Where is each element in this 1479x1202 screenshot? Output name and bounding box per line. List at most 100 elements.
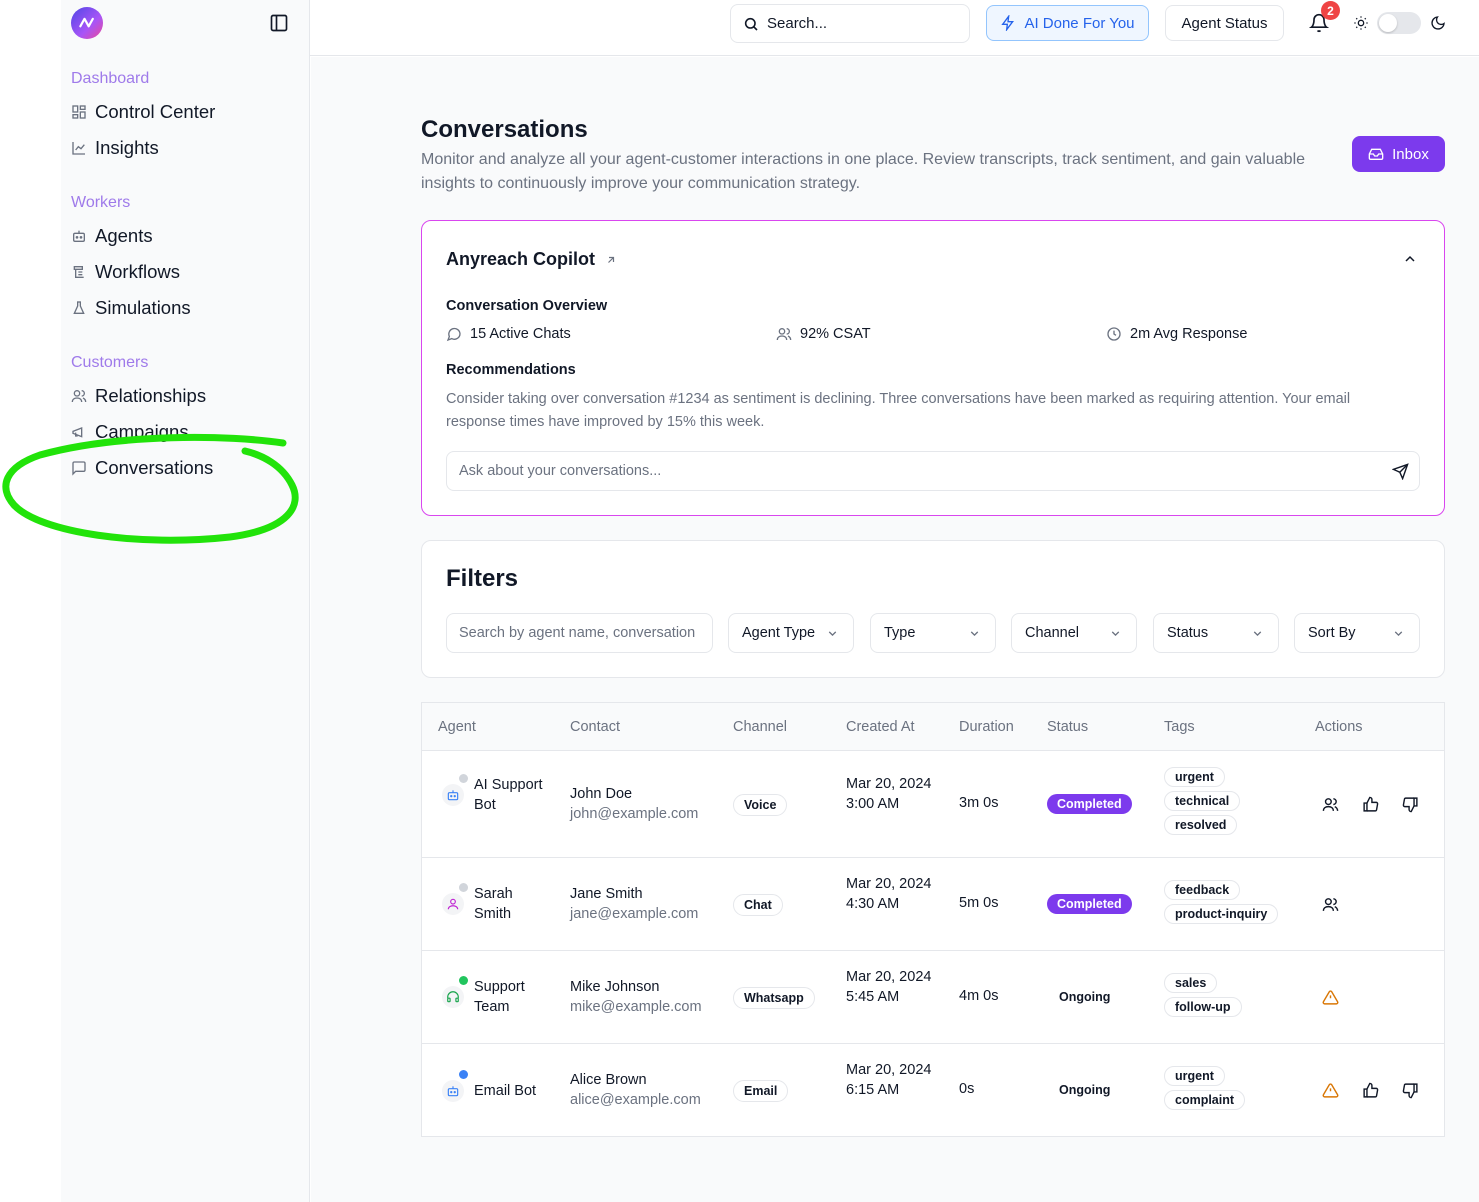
agent-avatar (442, 774, 468, 806)
table-row[interactable]: Support Team Mike Johnson mike@example.c… (422, 951, 1444, 1044)
contact-cell: John Doe john@example.com (570, 784, 698, 824)
duration: 4m 0s (959, 988, 999, 1004)
sidebar-item-workflows[interactable]: Workflows (71, 259, 180, 285)
table-row[interactable]: Email Bot Alice Brown alice@example.com … (422, 1044, 1444, 1136)
theme-toggle[interactable] (1377, 12, 1421, 34)
contact-name: Mike Johnson (570, 979, 660, 995)
sidebar-item-conversations[interactable]: Conversations (71, 455, 213, 481)
table-row[interactable]: Sarah Smith Jane Smith jane@example.com … (422, 858, 1444, 951)
warning-icon[interactable] (1322, 1082, 1339, 1099)
ai-done-for-you-button[interactable]: AI Done For You (986, 5, 1149, 41)
sidebar-item-insights[interactable]: Insights (71, 135, 159, 161)
page-description: Monitor and analyze all your agent-custo… (421, 151, 1306, 192)
stat-csat-text: 92% CSAT (800, 326, 871, 342)
users-icon (71, 388, 87, 404)
users-icon (776, 326, 792, 342)
sidebar-item-label: Insights (95, 137, 159, 158)
column-header-created-at[interactable]: Created At (846, 719, 915, 735)
sidebar-item-simulations[interactable]: Simulations (71, 295, 191, 321)
sidebar-item-agents[interactable]: Agents (71, 223, 153, 249)
tags-cell: urgent technical resolved (1164, 767, 1241, 835)
agent-avatar (442, 1070, 468, 1102)
channel-select[interactable]: Channel (1011, 613, 1137, 653)
column-header-tags[interactable]: Tags (1164, 719, 1195, 735)
users-icon[interactable] (1322, 796, 1339, 813)
filters-card: Filters Search by agent name, conversati… (421, 540, 1445, 678)
contact-name: Jane Smith (570, 886, 643, 902)
column-header-duration[interactable]: Duration (959, 719, 1014, 735)
thumbs-up-icon[interactable] (1362, 796, 1379, 813)
tag: complaint (1164, 1090, 1246, 1110)
type-select[interactable]: Type (870, 613, 996, 653)
app-logo[interactable] (71, 7, 103, 39)
filter-search-input[interactable]: Search by agent name, conversation (446, 613, 713, 653)
bot-icon (446, 788, 460, 802)
sidebar-item-control-center[interactable]: Control Center (71, 99, 215, 125)
thumbs-up-icon[interactable] (1362, 1082, 1379, 1099)
contact-email[interactable]: john@example.com (570, 804, 698, 824)
contact-email[interactable]: alice@example.com (570, 1090, 701, 1110)
thumbs-down-icon[interactable] (1402, 1082, 1419, 1099)
agent-cell: Support Team (442, 976, 544, 1017)
tag: resolved (1164, 815, 1238, 835)
table-row[interactable]: AI Support Bot John Doe john@example.com… (422, 751, 1444, 858)
status-badge: Completed (1047, 894, 1132, 914)
status-badge: Ongoing (1059, 990, 1111, 1004)
chevron-down-icon (968, 627, 981, 640)
search-placeholder: Search... (767, 15, 828, 32)
agent-type-select[interactable]: Agent Type (728, 613, 854, 653)
sidebar-toggle-icon[interactable] (269, 13, 289, 33)
grid-icon (71, 104, 87, 120)
chevron-down-icon (1392, 627, 1405, 640)
nav-section-customers: Customers (71, 354, 149, 371)
column-header-actions[interactable]: Actions (1315, 719, 1363, 735)
contact-email[interactable]: jane@example.com (570, 904, 698, 924)
thumbs-down-icon[interactable] (1402, 796, 1419, 813)
column-header-channel[interactable]: Channel (733, 719, 787, 735)
copilot-card: Anyreach Copilot Conversation Overview 1… (421, 220, 1445, 516)
send-icon[interactable] (1392, 463, 1409, 480)
stat-csat: 92% CSAT (776, 326, 871, 342)
message-circle-icon (446, 326, 462, 342)
warning-icon[interactable] (1322, 989, 1339, 1006)
column-header-contact[interactable]: Contact (570, 719, 620, 735)
sort-by-select[interactable]: Sort By (1294, 613, 1420, 653)
tags-cell: feedback product-inquiry (1164, 880, 1279, 924)
copilot-ask-input[interactable]: Ask about your conversations... (446, 451, 1420, 491)
sidebar-item-label: Simulations (95, 297, 191, 318)
contact-email[interactable]: mike@example.com (570, 997, 702, 1017)
users-icon[interactable] (1322, 896, 1339, 913)
conversation-overview-label: Conversation Overview (446, 298, 608, 314)
external-link-icon[interactable] (605, 254, 617, 266)
chevron-down-icon (1251, 627, 1264, 640)
agent-avatar (442, 976, 468, 1008)
tag: urgent (1164, 1066, 1225, 1086)
select-label: Agent Type (742, 625, 816, 641)
inbox-button[interactable]: Inbox (1352, 136, 1445, 172)
copilot-ask-placeholder: Ask about your conversations... (459, 463, 662, 479)
stat-active-chats-text: 15 Active Chats (470, 326, 571, 342)
sidebar-item-label: Control Center (95, 101, 216, 122)
copilot-title-text: Anyreach Copilot (446, 249, 596, 269)
global-search-input[interactable]: Search... (730, 4, 970, 43)
column-header-status[interactable]: Status (1047, 719, 1088, 735)
contact-name: Alice Brown (570, 1072, 647, 1088)
channel-badge: Voice (733, 794, 788, 816)
page-title: Conversations (421, 116, 588, 143)
created-at: Mar 20, 2024 4:30 AM (846, 876, 932, 912)
sidebar-item-relationships[interactable]: Relationships (71, 383, 206, 409)
sidebar-item-campaigns[interactable]: Campaigns (71, 419, 189, 445)
copilot-title[interactable]: Anyreach Copilot (446, 249, 617, 270)
column-header-agent[interactable]: Agent (438, 719, 476, 735)
channel-badge: Email (733, 1080, 789, 1102)
status-select[interactable]: Status (1153, 613, 1279, 653)
sun-icon[interactable] (1353, 15, 1369, 31)
tags-cell: urgent complaint (1164, 1066, 1246, 1110)
moon-icon[interactable] (1430, 15, 1446, 31)
agent-status-button[interactable]: Agent Status (1165, 5, 1284, 41)
bot-icon (71, 228, 87, 244)
tags-cell: sales follow-up (1164, 973, 1242, 1017)
created-at: Mar 20, 2024 3:00 AM (846, 776, 932, 812)
table-header: Agent Contact Channel Created At Duratio… (422, 703, 1444, 751)
chevron-up-icon[interactable] (1402, 251, 1418, 267)
